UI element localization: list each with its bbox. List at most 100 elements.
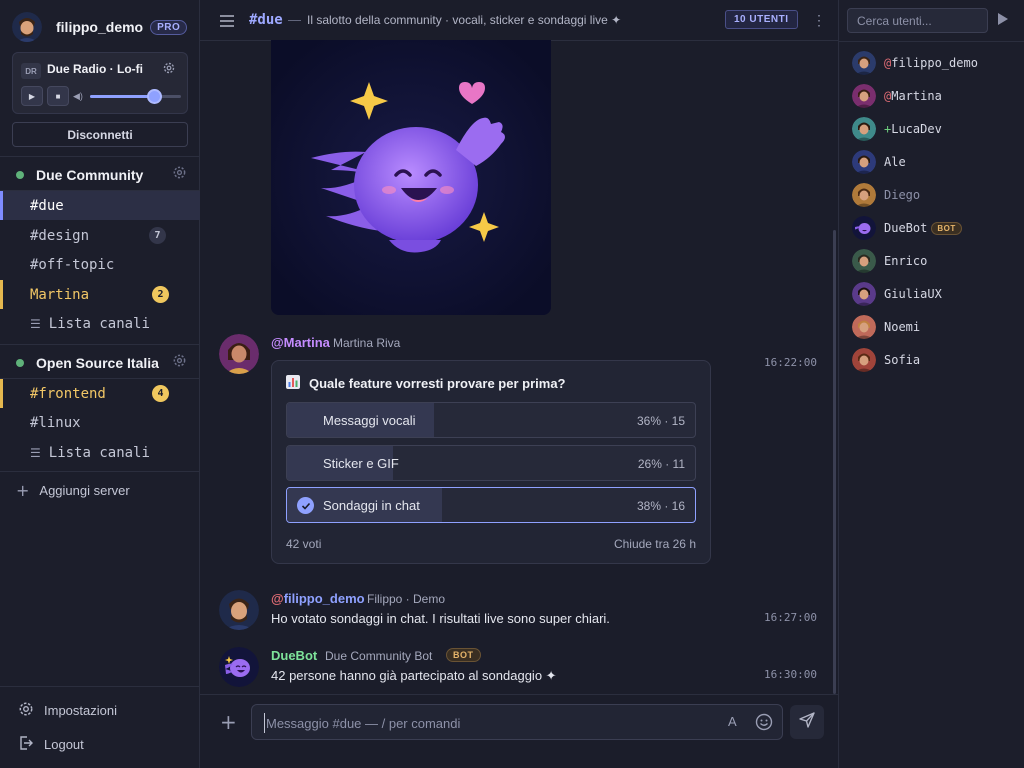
radio-title: Due Radio · Lo-fi: [47, 62, 143, 76]
channel-frontend[interactable]: #frontend 4: [0, 379, 200, 408]
member-avatar: [852, 183, 876, 207]
format-text-icon[interactable]: A: [728, 714, 737, 729]
poll-option-label: Messaggi vocali: [323, 413, 416, 428]
member-name: @filippo_demo: [884, 56, 978, 70]
settings-button[interactable]: Impostazioni: [18, 700, 117, 720]
poll-question: Quale feature vorresti provare per prima…: [286, 375, 565, 392]
logout-label: Logout: [44, 736, 84, 752]
volume-slider[interactable]: [90, 89, 181, 104]
disconnect-button[interactable]: Disconnetti: [12, 122, 188, 147]
member-name: @Martina: [884, 89, 942, 103]
attach-plus-icon[interactable]: +: [220, 710, 237, 734]
settings-label: Impostazioni: [44, 702, 117, 718]
server-settings-gear-icon[interactable]: [172, 165, 187, 185]
channel-due[interactable]: #due: [0, 191, 200, 220]
member-role-prefix: @: [884, 56, 892, 70]
avatar-filippo[interactable]: [219, 590, 259, 630]
member-item[interactable]: Sofia: [852, 347, 920, 373]
more-options-icon[interactable]: ⋮: [812, 12, 826, 29]
poll-option-stat: 38% · 16: [636, 499, 685, 513]
member-name: Ale: [884, 155, 906, 169]
dm-martina[interactable]: Martina 2: [0, 280, 200, 309]
member-item[interactable]: GiuliaUX: [852, 281, 942, 307]
avatar-duebot[interactable]: [219, 647, 259, 687]
channel-design[interactable]: #design 7: [0, 221, 200, 250]
member-item[interactable]: Noemi: [852, 314, 920, 340]
member-avatar: [852, 84, 876, 108]
channel-title: #due: [249, 12, 283, 28]
channel-label: #due: [30, 197, 64, 214]
bar-chart-icon: [286, 375, 300, 392]
emoji-icon[interactable]: [755, 713, 773, 736]
play-button[interactable]: ▶: [21, 86, 43, 106]
menu-icon[interactable]: [220, 14, 234, 32]
message-input[interactable]: [264, 713, 704, 733]
add-server-button[interactable]: + Aggiungi server: [16, 480, 130, 500]
channel-off-topic[interactable]: #off-topic: [0, 250, 200, 279]
message-author[interactable]: DueBot: [271, 648, 317, 663]
channel-list-link[interactable]: ☰ Lista canali: [0, 309, 200, 338]
channel-label: Lista canali: [48, 444, 150, 461]
poll-votes: 42 voti: [286, 537, 322, 551]
channel-label: Martina: [30, 286, 90, 303]
poll-option-sticker[interactable]: Sticker e GIF 26% · 11: [286, 445, 696, 481]
server-name: Due Community: [36, 167, 144, 183]
volume-knob[interactable]: [146, 89, 162, 104]
members-panel: @filippo_demo @Martina +LucaDev Ale Diego Due…: [838, 0, 1024, 768]
add-server-label: Aggiungi server: [39, 482, 130, 498]
server-online-dot: [16, 171, 24, 179]
current-user-header[interactable]: filippo_demo PRO: [12, 12, 188, 42]
member-item[interactable]: Enrico: [852, 248, 927, 274]
member-item[interactable]: @filippo_demo: [852, 50, 978, 76]
user-search-input[interactable]: [848, 9, 987, 32]
server-settings-gear-icon[interactable]: [172, 353, 187, 373]
users-count-badge[interactable]: 10 UTENTI: [725, 10, 798, 29]
bot-badge: BOT: [931, 221, 962, 235]
member-item[interactable]: @Martina: [852, 83, 942, 109]
list-icon: ☰: [30, 445, 41, 460]
channel-topbar: #due — Il salotto della community · voca…: [200, 0, 838, 41]
server-header-due-community[interactable]: Due Community: [0, 160, 200, 190]
server-header-open-source-italia[interactable]: Open Source Italia: [0, 348, 200, 378]
check-icon: [297, 497, 314, 514]
member-item[interactable]: +LucaDev: [852, 116, 942, 142]
pro-badge: PRO: [150, 19, 188, 35]
logout-button[interactable]: Logout: [18, 734, 84, 754]
message-text: Ho votato sondaggi in chat. I risultati …: [271, 611, 610, 626]
member-avatar: [852, 282, 876, 306]
radio-settings-gear-icon[interactable]: [162, 61, 176, 80]
channel-label: #linux: [30, 414, 81, 431]
message-author[interactable]: @filippo_demo: [271, 591, 365, 606]
poll-option-vocali[interactable]: Messaggi vocali 36% · 15: [286, 402, 696, 438]
search-go-icon[interactable]: [998, 13, 1008, 25]
member-name: Sofia: [884, 353, 921, 367]
member-item[interactable]: Ale: [852, 149, 906, 175]
channel-list-link[interactable]: ☰ Lista canali: [0, 438, 200, 467]
bot-badge: BOT: [446, 648, 481, 662]
stop-button[interactable]: ■: [47, 86, 69, 106]
user-avatar[interactable]: [12, 12, 42, 42]
member-role-prefix: @: [884, 89, 892, 103]
message-composer: A: [251, 704, 783, 740]
chat-scrollbar[interactable]: [833, 230, 836, 694]
poll-option-label: Sondaggi in chat: [323, 498, 420, 513]
stop-icon: ■: [55, 91, 61, 101]
channel-label: #frontend: [30, 385, 106, 402]
member-item[interactable]: Diego: [852, 182, 920, 208]
unread-count-badge: 4: [152, 385, 169, 402]
list-icon: ☰: [30, 316, 41, 331]
avatar-martina[interactable]: [219, 334, 259, 374]
message-author-name: filippo_demo: [283, 591, 365, 606]
send-button[interactable]: [790, 705, 824, 739]
message-author[interactable]: @Martina: [271, 335, 330, 350]
message-time: 16:22:00: [764, 356, 817, 369]
member-item[interactable]: DueBot BOT: [852, 215, 962, 241]
poll-option-sondaggi[interactable]: Sondaggi in chat 38% · 16: [286, 487, 696, 523]
user-search: [847, 8, 988, 33]
server-online-dot: [16, 359, 24, 367]
sticker-image[interactable]: [271, 40, 551, 315]
channel-linux[interactable]: #linux: [0, 408, 200, 437]
member-name: DueBot: [884, 221, 928, 235]
divider: [0, 156, 200, 157]
divider: [839, 41, 1024, 42]
